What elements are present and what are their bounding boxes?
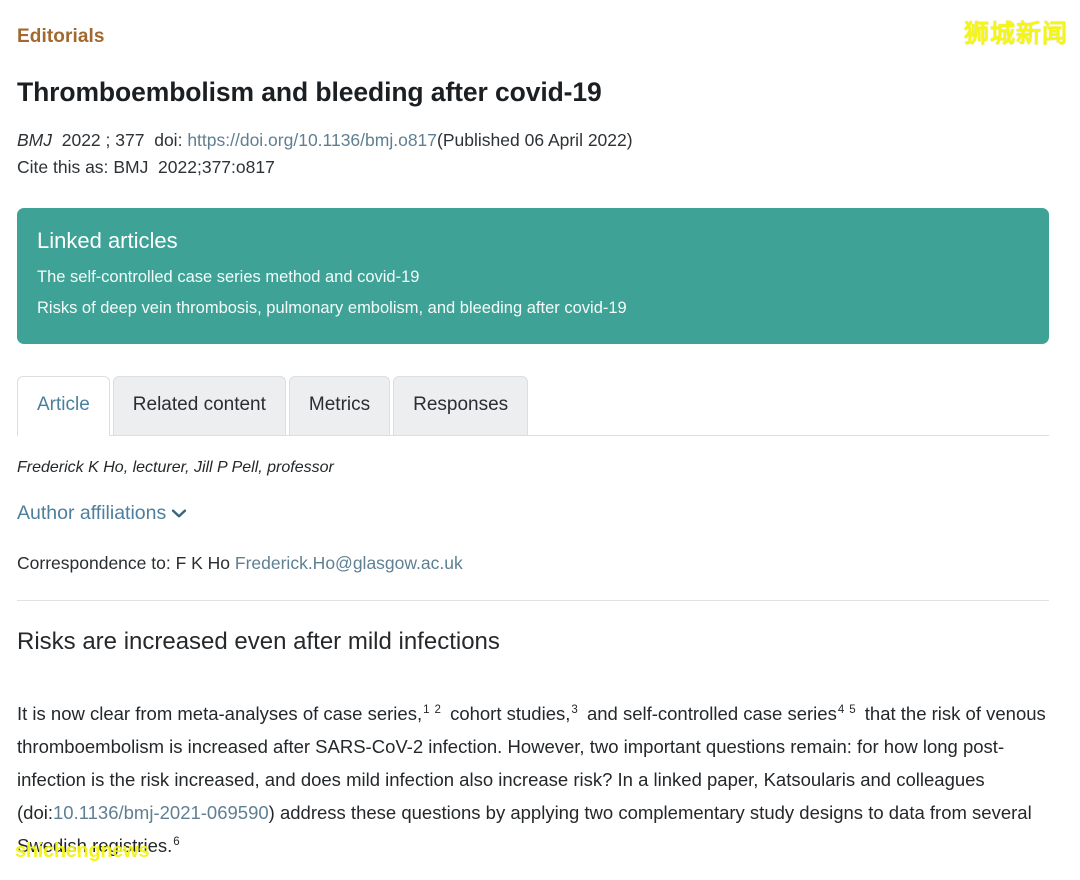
section-heading: Risks are increased even after mild infe…	[17, 627, 500, 655]
citation-journal: BMJ	[17, 129, 52, 150]
correspondence-label: Correspondence to: F K Ho	[17, 552, 235, 573]
doi-link[interactable]: https://doi.org/10.1136/bmj.o817	[187, 130, 437, 150]
citation-volume: ; 377	[105, 129, 145, 150]
tab-article[interactable]: Article	[17, 375, 110, 436]
page-title: Thromboembolism and bleeding after covid…	[17, 77, 602, 107]
tab-related-content[interactable]: Related content	[112, 375, 286, 435]
tab-metrics[interactable]: Metrics	[288, 375, 391, 435]
author-affiliations-label: Author affiliations	[17, 501, 167, 524]
chevron-down-icon	[172, 502, 187, 526]
footnote-ref[interactable]: 4	[838, 704, 844, 716]
body-paragraph: It is now clear from meta-analyses of ca…	[17, 697, 1049, 862]
divider	[17, 599, 1049, 601]
doi-label: doi:	[154, 129, 183, 150]
body-segment: and self-controlled case series	[586, 702, 837, 724]
author-list: Frederick K Ho, lecturer, Jill P Pell, p…	[17, 458, 334, 476]
cite-this-as-line: Cite this as: BMJ 2022;377:o817	[17, 154, 1049, 181]
published-date: (Published 06 April 2022)	[437, 129, 633, 150]
author-affiliations-toggle[interactable]: Author affiliations	[17, 501, 187, 527]
article-content: Editorials Thromboembolism and bleeding …	[17, 0, 1049, 880]
footnote-ref[interactable]: 3	[571, 704, 577, 716]
citation-line: BMJ 2022 ; 377 doi: https://doi.org/10.1…	[17, 127, 1049, 154]
citation-year: 2022	[61, 129, 101, 150]
cite-reference: 2022;377:o817	[158, 156, 275, 177]
linked-article-link[interactable]: The self-controlled case series method a…	[37, 262, 1029, 293]
inline-doi-link[interactable]: 10.1136/bmj-2021-069590	[53, 802, 269, 823]
tab-responses[interactable]: Responses	[393, 375, 529, 435]
cite-journal: BMJ	[113, 156, 149, 177]
linked-article-link[interactable]: Risks of deep vein thrombosis, pulmonary…	[37, 293, 1029, 324]
article-page: Editorials Thromboembolism and bleeding …	[0, 0, 1080, 871]
linked-articles-panel: Linked articles The self-controlled case…	[17, 207, 1049, 344]
body-segment: cohort studies,	[450, 702, 571, 724]
footnote-ref[interactable]: 5	[849, 704, 855, 716]
cite-this-as-label: Cite this as:	[17, 156, 109, 177]
linked-articles-heading: Linked articles	[37, 227, 178, 253]
article-tabs: Article Related content Metrics Response…	[17, 375, 1049, 436]
correspondence-email-link[interactable]: Frederick.Ho@glasgow.ac.uk	[235, 553, 463, 573]
article-kicker: Editorials	[17, 26, 105, 47]
correspondence-line: Correspondence to: F K Ho Frederick.Ho@g…	[17, 551, 1049, 575]
footnote-ref[interactable]: 6	[173, 836, 179, 848]
footnote-ref[interactable]: 1	[423, 704, 429, 716]
body-segment: It is now clear from meta-analyses of ca…	[17, 702, 423, 724]
footnote-ref[interactable]: 2	[435, 704, 441, 716]
